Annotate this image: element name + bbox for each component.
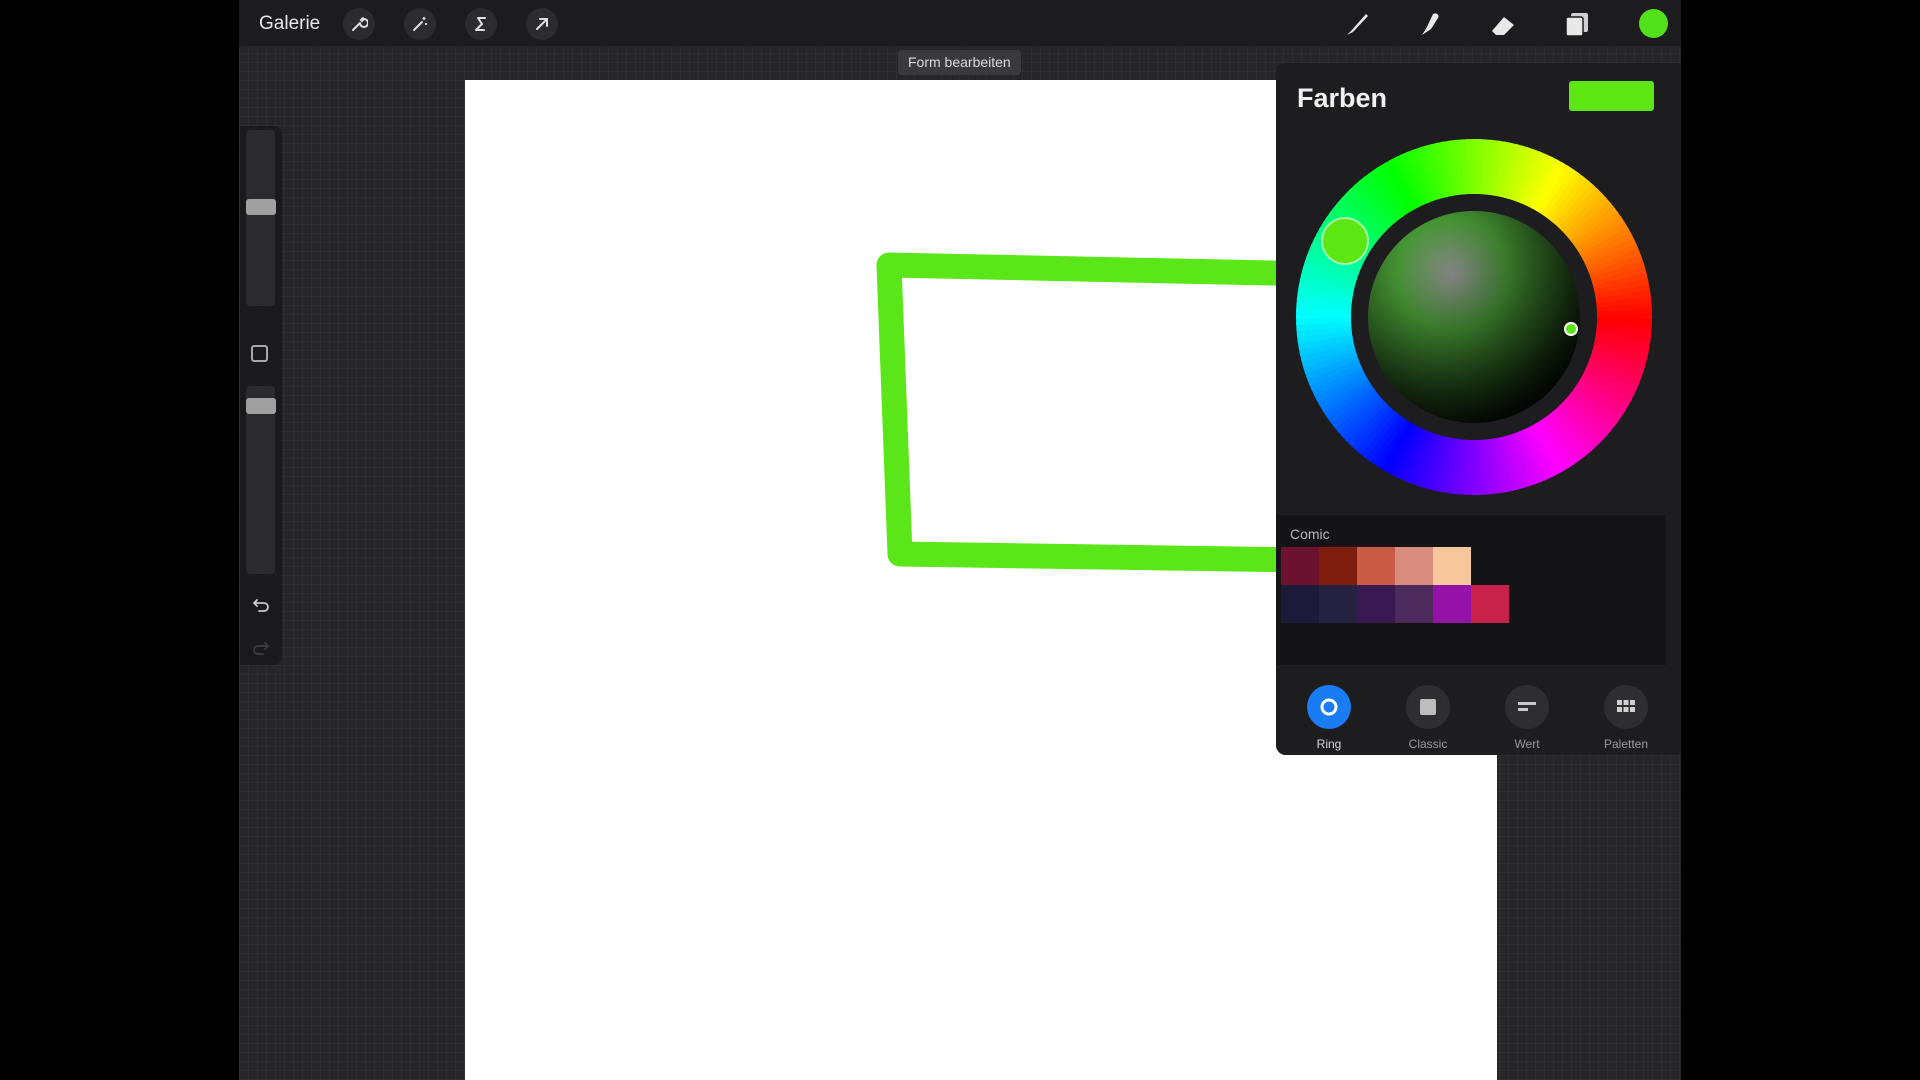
- magic-wand-icon[interactable]: [404, 8, 436, 40]
- top-toolbar: Galerie: [239, 0, 1681, 46]
- modify-square-button[interactable]: [251, 345, 268, 362]
- color-mode-tabs-left: Ring Classic: [1276, 665, 1496, 755]
- tab-wert[interactable]: Wert: [1479, 665, 1569, 755]
- selection-s-icon[interactable]: [465, 8, 497, 40]
- color-wheel[interactable]: [1296, 139, 1652, 495]
- undo-icon[interactable]: [251, 594, 271, 614]
- layers-icon[interactable]: [1559, 6, 1595, 42]
- palette-swatch[interactable]: [1471, 585, 1509, 623]
- colors-panel: Farben Comic Ring Classic Wert Paletten: [1276, 63, 1681, 755]
- current-color-button[interactable]: [1639, 9, 1668, 38]
- hue-picker-handle: [1321, 217, 1369, 265]
- palette-swatch[interactable]: [1281, 585, 1319, 623]
- panel-title: Farben: [1297, 83, 1388, 113]
- smudge-icon[interactable]: [1412, 6, 1448, 42]
- saturation-picker-handle: [1564, 322, 1578, 336]
- opacity-knob[interactable]: [246, 398, 276, 414]
- palette-swatch[interactable]: [1395, 585, 1433, 623]
- brush-icon[interactable]: [1339, 6, 1375, 42]
- ring-icon: [1307, 685, 1351, 729]
- palette-swatch[interactable]: [1433, 585, 1471, 623]
- palette-swatch[interactable]: [1433, 547, 1471, 585]
- tab-paletten[interactable]: Paletten: [1578, 665, 1668, 755]
- palette-swatch[interactable]: [1319, 585, 1357, 623]
- palette-swatch[interactable]: [1357, 585, 1395, 623]
- eraser-icon[interactable]: [1485, 6, 1521, 42]
- tab-classic[interactable]: Classic: [1380, 665, 1470, 755]
- current-color-swatch[interactable]: [1569, 81, 1654, 111]
- palette-swatch[interactable]: [1281, 547, 1319, 585]
- gallery-button[interactable]: Galerie: [259, 13, 320, 35]
- color-mode-tabs-right: Wert Paletten: [1496, 665, 1681, 755]
- palette-name: Comic: [1290, 526, 1330, 542]
- opacity-slider[interactable]: [246, 386, 275, 574]
- brush-size-knob[interactable]: [246, 199, 276, 215]
- brush-size-slider[interactable]: [246, 130, 275, 306]
- value-bars-icon: [1505, 685, 1549, 729]
- palette-area: Comic: [1276, 515, 1666, 665]
- palette-swatch[interactable]: [1357, 547, 1395, 585]
- classic-square-icon: [1406, 685, 1450, 729]
- palettes-grid-icon: [1604, 685, 1648, 729]
- left-sidebar: [240, 126, 282, 665]
- edit-shape-hint[interactable]: Form bearbeiten: [898, 50, 1021, 75]
- wrench-icon[interactable]: [343, 8, 375, 40]
- arrow-transform-icon[interactable]: [526, 8, 558, 40]
- palette-swatch[interactable]: [1319, 547, 1357, 585]
- procreate-app: Galerie Form bearbeiten Farben Comic Rin…: [239, 0, 1681, 1080]
- tab-ring[interactable]: Ring: [1281, 665, 1371, 755]
- palette-swatch[interactable]: [1395, 547, 1433, 585]
- redo-icon[interactable]: [251, 637, 271, 657]
